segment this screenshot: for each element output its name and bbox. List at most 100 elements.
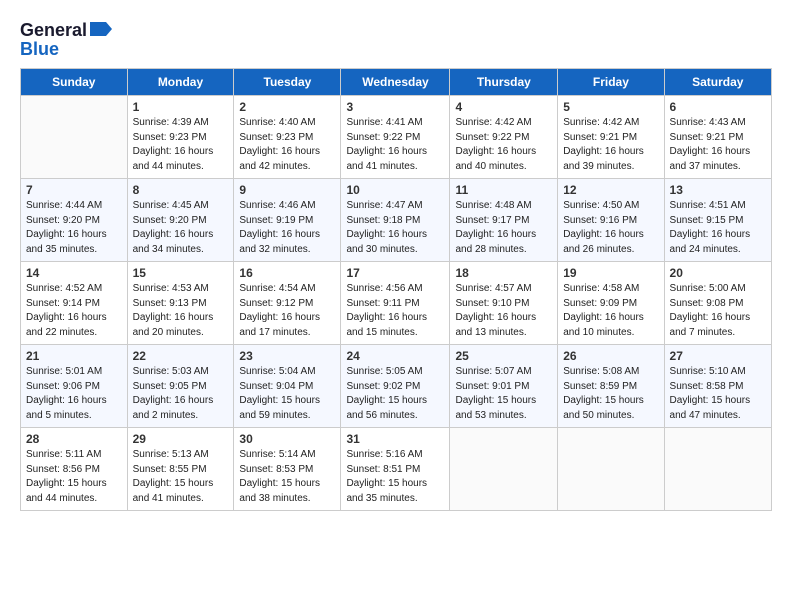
calendar: SundayMondayTuesdayWednesdayThursdayFrid… bbox=[20, 68, 772, 511]
calendar-day-cell: 26Sunrise: 5:08 AMSunset: 8:59 PMDayligh… bbox=[558, 345, 664, 428]
day-number: 5 bbox=[563, 100, 658, 114]
calendar-day-cell: 4 Sunrise: 4:42 AMSunset: 9:22 PMDaylight… bbox=[450, 96, 558, 179]
day-number: 2 bbox=[239, 100, 335, 114]
day-detail: Sunrise: 5:13 AMSunset: 8:55 PMDaylight:… bbox=[133, 448, 229, 506]
calendar-header-row: SundayMondayTuesdayWednesdayThursdayFrid… bbox=[21, 69, 772, 96]
calendar-day-cell: 27 Sunrise: 5:10 AMSunset: 8:58 PMDayligh… bbox=[664, 345, 771, 428]
day-number: 4 bbox=[455, 100, 552, 114]
calendar-day-cell: 23Sunrise: 5:04 AMSunset: 9:04 PMDayligh… bbox=[234, 345, 341, 428]
day-number: 27 bbox=[670, 349, 766, 363]
day-detail: Sunrise: 4:48 AMSunset: 9:17 PMDaylight:… bbox=[455, 199, 552, 257]
calendar-day-cell bbox=[558, 428, 664, 511]
calendar-day-cell: 21Sunrise: 5:01 AMSunset: 9:06 PMDayligh… bbox=[21, 345, 128, 428]
day-detail: Sunrise: 4:41 AMSunset: 9:22 PMDaylight:… bbox=[346, 116, 444, 174]
day-detail: Sunrise: 4:39 AMSunset: 9:23 PMDaylight:… bbox=[133, 116, 229, 174]
day-number: 29 bbox=[133, 432, 229, 446]
calendar-day-cell: 20 Sunrise: 5:00 AMSunset: 9:08 PMDayligh… bbox=[664, 262, 771, 345]
calendar-day-cell: 29 Sunrise: 5:13 AMSunset: 8:55 PMDayligh… bbox=[127, 428, 234, 511]
calendar-day-cell: 1 Sunrise: 4:39 AMSunset: 9:23 PMDaylight… bbox=[127, 96, 234, 179]
calendar-day-cell bbox=[450, 428, 558, 511]
logo-general: General bbox=[20, 20, 87, 41]
calendar-week-row: 28Sunrise: 5:11 AMSunset: 8:56 PMDayligh… bbox=[21, 428, 772, 511]
calendar-day-cell: 18 Sunrise: 4:57 AMSunset: 9:10 PMDayligh… bbox=[450, 262, 558, 345]
day-detail: Sunrise: 5:08 AMSunset: 8:59 PMDaylight:… bbox=[563, 365, 658, 423]
calendar-day-cell: 13Sunrise: 4:51 AMSunset: 9:15 PMDayligh… bbox=[664, 179, 771, 262]
calendar-day-header: Friday bbox=[558, 69, 664, 96]
day-number: 14 bbox=[26, 266, 122, 280]
calendar-day-cell: 30 Sunrise: 5:14 AMSunset: 8:53 PMDayligh… bbox=[234, 428, 341, 511]
day-number: 7 bbox=[26, 183, 122, 197]
calendar-day-cell: 3Sunrise: 4:41 AMSunset: 9:22 PMDaylight… bbox=[341, 96, 450, 179]
calendar-day-header: Thursday bbox=[450, 69, 558, 96]
day-number: 24 bbox=[346, 349, 444, 363]
day-number: 28 bbox=[26, 432, 122, 446]
day-number: 16 bbox=[239, 266, 335, 280]
day-number: 6 bbox=[670, 100, 766, 114]
day-number: 17 bbox=[346, 266, 444, 280]
day-number: 1 bbox=[133, 100, 229, 114]
day-detail: Sunrise: 4:57 AMSunset: 9:10 PMDaylight:… bbox=[455, 282, 552, 340]
day-detail: Sunrise: 4:45 AMSunset: 9:20 PMDaylight:… bbox=[133, 199, 229, 257]
calendar-day-cell bbox=[21, 96, 128, 179]
day-detail: Sunrise: 5:16 AMSunset: 8:51 PMDaylight:… bbox=[346, 448, 444, 506]
day-detail: Sunrise: 4:50 AMSunset: 9:16 PMDaylight:… bbox=[563, 199, 658, 257]
logo-triangle-icon bbox=[90, 22, 112, 41]
calendar-week-row: 7Sunrise: 4:44 AMSunset: 9:20 PMDaylight… bbox=[21, 179, 772, 262]
calendar-week-row: 21Sunrise: 5:01 AMSunset: 9:06 PMDayligh… bbox=[21, 345, 772, 428]
day-number: 12 bbox=[563, 183, 658, 197]
day-detail: Sunrise: 4:46 AMSunset: 9:19 PMDaylight:… bbox=[239, 199, 335, 257]
day-detail: Sunrise: 4:42 AMSunset: 9:21 PMDaylight:… bbox=[563, 116, 658, 174]
day-detail: Sunrise: 4:51 AMSunset: 9:15 PMDaylight:… bbox=[670, 199, 766, 257]
day-detail: Sunrise: 4:58 AMSunset: 9:09 PMDaylight:… bbox=[563, 282, 658, 340]
calendar-day-cell: 16 Sunrise: 4:54 AMSunset: 9:12 PMDayligh… bbox=[234, 262, 341, 345]
day-detail: Sunrise: 5:00 AMSunset: 9:08 PMDaylight:… bbox=[670, 282, 766, 340]
logo-blue: Blue bbox=[20, 39, 59, 60]
day-detail: Sunrise: 4:43 AMSunset: 9:21 PMDaylight:… bbox=[670, 116, 766, 174]
day-number: 31 bbox=[346, 432, 444, 446]
calendar-day-cell: 5 Sunrise: 4:42 AMSunset: 9:21 PMDaylight… bbox=[558, 96, 664, 179]
calendar-day-header: Tuesday bbox=[234, 69, 341, 96]
calendar-day-cell: 22Sunrise: 5:03 AMSunset: 9:05 PMDayligh… bbox=[127, 345, 234, 428]
day-number: 11 bbox=[455, 183, 552, 197]
page: General Blue SundayMondayTuesdayWednesda… bbox=[0, 0, 792, 521]
day-detail: Sunrise: 4:47 AMSunset: 9:18 PMDaylight:… bbox=[346, 199, 444, 257]
day-detail: Sunrise: 5:04 AMSunset: 9:04 PMDaylight:… bbox=[239, 365, 335, 423]
calendar-day-cell: 31 Sunrise: 5:16 AMSunset: 8:51 PMDayligh… bbox=[341, 428, 450, 511]
calendar-day-cell: 10 Sunrise: 4:47 AMSunset: 9:18 PMDayligh… bbox=[341, 179, 450, 262]
day-detail: Sunrise: 5:14 AMSunset: 8:53 PMDaylight:… bbox=[239, 448, 335, 506]
day-number: 20 bbox=[670, 266, 766, 280]
day-detail: Sunrise: 4:40 AMSunset: 9:23 PMDaylight:… bbox=[239, 116, 335, 174]
calendar-day-cell: 14Sunrise: 4:52 AMSunset: 9:14 PMDayligh… bbox=[21, 262, 128, 345]
calendar-day-cell bbox=[664, 428, 771, 511]
calendar-day-header: Saturday bbox=[664, 69, 771, 96]
day-number: 9 bbox=[239, 183, 335, 197]
calendar-day-cell: 9 Sunrise: 4:46 AMSunset: 9:19 PMDaylight… bbox=[234, 179, 341, 262]
calendar-day-cell: 6 Sunrise: 4:43 AMSunset: 9:21 PMDaylight… bbox=[664, 96, 771, 179]
header: General Blue bbox=[20, 20, 772, 60]
calendar-day-header: Sunday bbox=[21, 69, 128, 96]
calendar-day-cell: 8 Sunrise: 4:45 AMSunset: 9:20 PMDaylight… bbox=[127, 179, 234, 262]
calendar-day-cell: 28Sunrise: 5:11 AMSunset: 8:56 PMDayligh… bbox=[21, 428, 128, 511]
day-number: 8 bbox=[133, 183, 229, 197]
day-number: 18 bbox=[455, 266, 552, 280]
day-detail: Sunrise: 4:53 AMSunset: 9:13 PMDaylight:… bbox=[133, 282, 229, 340]
calendar-day-cell: 24 Sunrise: 5:05 AMSunset: 9:02 PMDayligh… bbox=[341, 345, 450, 428]
calendar-day-cell: 17 Sunrise: 4:56 AMSunset: 9:11 PMDayligh… bbox=[341, 262, 450, 345]
calendar-day-cell: 19Sunrise: 4:58 AMSunset: 9:09 PMDayligh… bbox=[558, 262, 664, 345]
calendar-day-cell: 7Sunrise: 4:44 AMSunset: 9:20 PMDaylight… bbox=[21, 179, 128, 262]
day-number: 30 bbox=[239, 432, 335, 446]
day-detail: Sunrise: 4:42 AMSunset: 9:22 PMDaylight:… bbox=[455, 116, 552, 174]
day-detail: Sunrise: 5:10 AMSunset: 8:58 PMDaylight:… bbox=[670, 365, 766, 423]
day-number: 10 bbox=[346, 183, 444, 197]
day-detail: Sunrise: 4:56 AMSunset: 9:11 PMDaylight:… bbox=[346, 282, 444, 340]
day-detail: Sunrise: 5:05 AMSunset: 9:02 PMDaylight:… bbox=[346, 365, 444, 423]
calendar-week-row: 14Sunrise: 4:52 AMSunset: 9:14 PMDayligh… bbox=[21, 262, 772, 345]
day-number: 21 bbox=[26, 349, 122, 363]
calendar-day-cell: 15Sunrise: 4:53 AMSunset: 9:13 PMDayligh… bbox=[127, 262, 234, 345]
day-detail: Sunrise: 4:54 AMSunset: 9:12 PMDaylight:… bbox=[239, 282, 335, 340]
calendar-day-header: Monday bbox=[127, 69, 234, 96]
day-number: 25 bbox=[455, 349, 552, 363]
calendar-day-header: Wednesday bbox=[341, 69, 450, 96]
day-number: 22 bbox=[133, 349, 229, 363]
calendar-day-cell: 12 Sunrise: 4:50 AMSunset: 9:16 PMDayligh… bbox=[558, 179, 664, 262]
